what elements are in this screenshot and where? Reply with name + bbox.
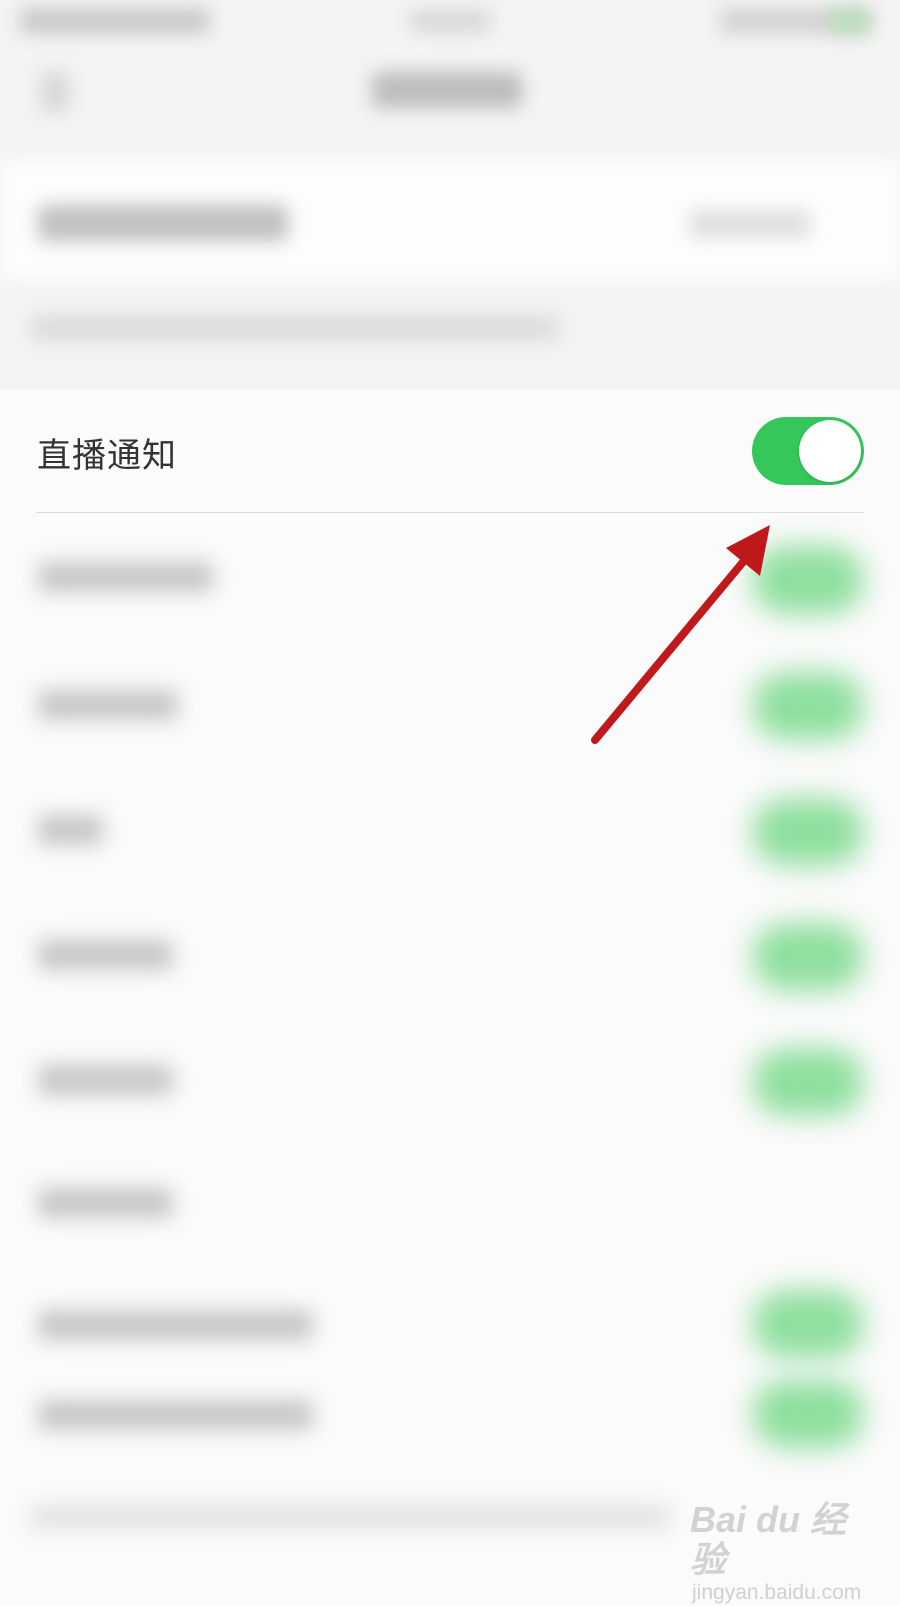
blurred-row-toggle[interactable] [752,672,864,740]
toggle-knob [799,420,861,482]
blurred-row-label [38,1188,173,1218]
blurred-row-label [38,690,178,720]
live-notify-label: 直播通知 [37,436,177,476]
blurred-setting-value[interactable] [690,210,810,238]
blurred-row-label [38,1400,313,1430]
blurred-row-label [38,815,103,845]
blurred-header-area [0,0,900,390]
page-title [372,72,522,108]
status-bar-left [20,8,210,34]
blurred-row-label [38,940,173,970]
baidu-watermark: Bai du 经验 jingyan.baidu.com [690,1499,870,1605]
back-icon[interactable] [40,72,70,112]
blurred-row-toggle[interactable] [752,1048,864,1116]
blurred-row-toggle[interactable] [752,1380,864,1448]
blurred-row-label [38,1310,313,1340]
battery-icon [830,10,870,32]
blurred-row-label [38,562,213,592]
status-bar-center [410,10,490,32]
blurred-row-toggle[interactable] [752,546,864,614]
blurred-row-toggle[interactable] [752,923,864,991]
blurred-row-toggle[interactable] [752,1290,864,1358]
arrow-shaft [591,546,757,744]
blurred-setting-label [38,205,288,241]
row-divider [36,512,864,513]
blurred-row-label [38,1065,173,1095]
blurred-footer-text [30,1505,670,1529]
blurred-row-toggle[interactable] [752,798,864,866]
watermark-logo: Bai du 经验 [690,1499,847,1580]
live-notify-toggle[interactable] [752,417,864,485]
blurred-description [30,315,560,341]
watermark-url: jingyan.baidu.com [692,1581,862,1604]
